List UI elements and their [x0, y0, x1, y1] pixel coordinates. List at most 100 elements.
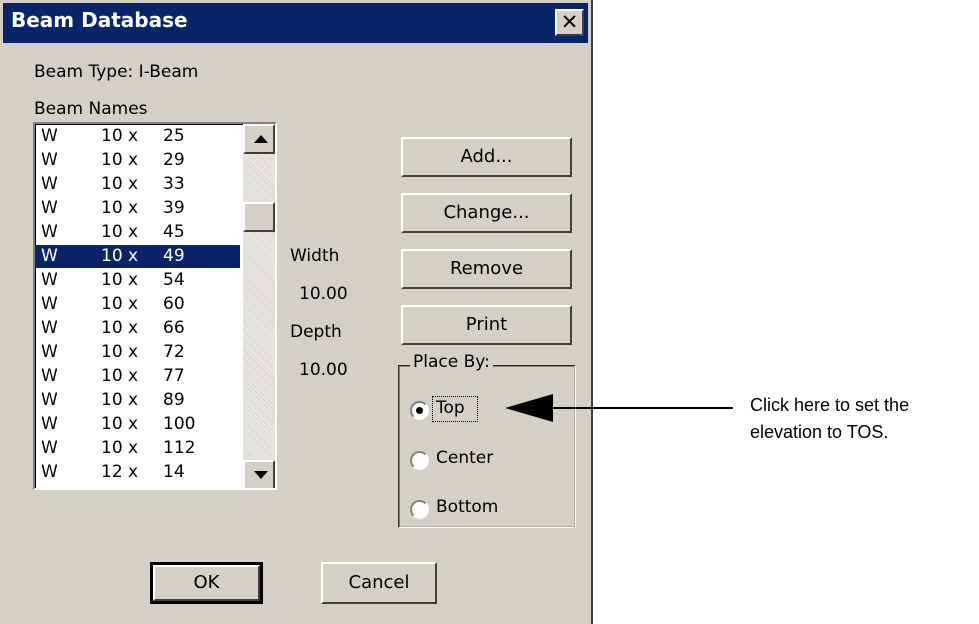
- list-item-weight: 25: [163, 126, 185, 146]
- add-button[interactable]: Add...: [401, 137, 572, 177]
- list-item[interactable]: W 10 x 77: [35, 365, 240, 388]
- list-item-shape: W: [41, 150, 58, 170]
- list-item[interactable]: W 10 x 49: [35, 245, 240, 268]
- radio-center-label[interactable]: Center: [436, 448, 493, 468]
- beam-database-dialog: Beam Database ✕ Beam Type: I-Beam Beam N…: [0, 0, 593, 624]
- add-button-label: Add...: [460, 146, 513, 167]
- list-item-weight: 33: [163, 174, 185, 194]
- list-item-shape: W: [41, 462, 58, 482]
- list-item-shape: W: [41, 198, 58, 218]
- depth-value: 10.00: [299, 360, 348, 380]
- list-item[interactable]: W 10 x 45: [35, 221, 240, 244]
- arrow-left-icon: [505, 394, 553, 422]
- radio-bottom-indicator[interactable]: [410, 500, 429, 519]
- listbox-scrollbar[interactable]: [243, 124, 275, 488]
- list-item-size: 10 x: [101, 414, 139, 434]
- depth-label: Depth: [290, 322, 342, 342]
- scroll-down-button[interactable]: [243, 460, 275, 488]
- print-button-label: Print: [465, 314, 508, 335]
- width-label: Width: [290, 246, 340, 266]
- print-button[interactable]: Print: [401, 305, 572, 345]
- list-item-shape: W: [41, 246, 58, 266]
- list-item-size: 10 x: [101, 222, 139, 242]
- list-item-size: 12 x: [101, 462, 139, 482]
- title-bar[interactable]: Beam Database ✕: [3, 3, 588, 43]
- beam-type-label: Beam Type: I-Beam: [34, 62, 199, 82]
- annotation-line: [550, 407, 733, 409]
- list-item-size: 10 x: [101, 198, 139, 218]
- ok-button-label: OK: [193, 572, 220, 593]
- list-item-shape: W: [41, 270, 58, 290]
- ok-button[interactable]: OK: [150, 562, 263, 604]
- list-item[interactable]: W 10 x 54: [35, 269, 240, 292]
- list-item[interactable]: W 10 x 112: [35, 437, 240, 460]
- list-item-size: 10 x: [101, 294, 139, 314]
- remove-button-label: Remove: [449, 258, 524, 279]
- change-button[interactable]: Change...: [401, 193, 572, 233]
- list-item-shape: W: [41, 390, 58, 410]
- list-item-weight: 29: [163, 150, 185, 170]
- list-item-shape: W: [41, 318, 58, 338]
- focus-rect: [432, 396, 478, 422]
- ok-button-face: OK: [153, 565, 260, 601]
- annotation-line-1: Click here to set the: [750, 395, 910, 415]
- list-item-size: 10 x: [101, 318, 139, 338]
- change-button-label: Change...: [443, 202, 530, 223]
- dialog-title: Beam Database: [11, 8, 188, 32]
- list-item-shape: W: [41, 174, 58, 194]
- close-button[interactable]: ✕: [555, 9, 584, 36]
- list-item-shape: W: [41, 438, 58, 458]
- list-item-size: 10 x: [101, 126, 139, 146]
- list-item-weight: 112: [163, 438, 196, 458]
- radio-dot: [416, 407, 423, 414]
- list-item[interactable]: W 10 x 33: [35, 173, 240, 196]
- list-item-size: 10 x: [101, 390, 139, 410]
- list-item-size: 10 x: [101, 270, 139, 290]
- width-value: 10.00: [299, 284, 348, 304]
- list-item[interactable]: W 10 x 60: [35, 293, 240, 316]
- list-item-weight: 39: [163, 198, 185, 218]
- list-item-size: 10 x: [101, 366, 139, 386]
- list-item-weight: 66: [163, 318, 185, 338]
- list-item-shape: W: [41, 126, 58, 146]
- chevron-down-icon: [254, 471, 268, 479]
- radio-center-indicator[interactable]: [410, 451, 429, 470]
- list-item-weight: 60: [163, 294, 185, 314]
- annotation-line-2: elevation to TOS.: [750, 422, 889, 442]
- scroll-up-button[interactable]: [243, 124, 275, 154]
- beam-names-listbox[interactable]: W 10 x 25 W 10 x 29 W 10 x 33 W 10 x 39 W 10 x 45 W 10 x…: [33, 122, 277, 490]
- list-item-weight: 89: [163, 390, 185, 410]
- list-item[interactable]: W 10 x 25: [35, 125, 240, 148]
- list-item-shape: W: [41, 366, 58, 386]
- list-item-shape: W: [41, 414, 58, 434]
- chevron-up-icon: [254, 135, 268, 143]
- list-item-size: 10 x: [101, 150, 139, 170]
- list-item[interactable]: W 10 x 39: [35, 197, 240, 220]
- list-item-shape: W: [41, 342, 58, 362]
- list-item-size: 10 x: [101, 438, 139, 458]
- list-item-shape: W: [41, 222, 58, 242]
- cancel-button-label: Cancel: [348, 572, 410, 593]
- list-item-size: 10 x: [101, 174, 139, 194]
- remove-button[interactable]: Remove: [401, 249, 572, 289]
- list-item[interactable]: W 10 x 72: [35, 341, 240, 364]
- list-item-weight: 49: [163, 246, 185, 266]
- cancel-button[interactable]: Cancel: [321, 562, 437, 604]
- radio-bottom-label[interactable]: Bottom: [436, 497, 498, 517]
- list-item-size: 10 x: [101, 246, 139, 266]
- list-item[interactable]: W 10 x 66: [35, 317, 240, 340]
- list-item-weight: 72: [163, 342, 185, 362]
- list-item-weight: 45: [163, 222, 185, 242]
- radio-top-indicator[interactable]: [410, 401, 429, 420]
- list-item-size: 10 x: [101, 342, 139, 362]
- beam-names-label: Beam Names: [34, 99, 148, 119]
- list-item[interactable]: W 12 x 14: [35, 461, 240, 484]
- list-item-weight: 14: [163, 462, 185, 482]
- scroll-thumb[interactable]: [243, 202, 275, 232]
- list-item-weight: 100: [163, 414, 196, 434]
- list-item-weight: 54: [163, 270, 185, 290]
- list-item[interactable]: W 10 x 29: [35, 149, 240, 172]
- list-item[interactable]: W 10 x 89: [35, 389, 240, 412]
- annotation-text: Click here to set the elevation to TOS.: [750, 392, 909, 446]
- list-item[interactable]: W 10 x 100: [35, 413, 240, 436]
